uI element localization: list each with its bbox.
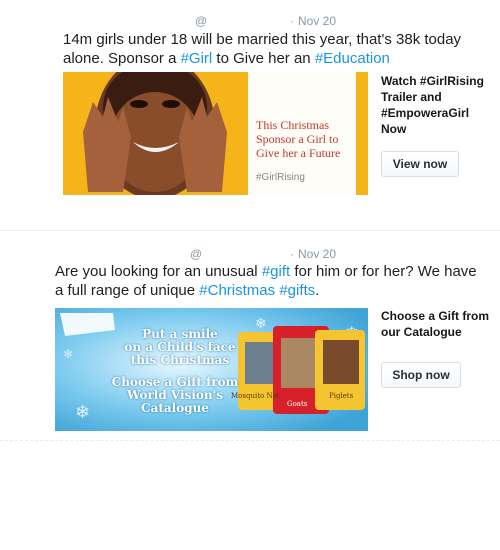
card-image[interactable]: ❄ ❄ ❄ ❄ Put a smile on a Child's face th…: [55, 308, 368, 431]
card-title-line: Trailer and: [381, 90, 442, 104]
card-title-line: Now: [381, 122, 407, 136]
timeline-divider: [0, 440, 500, 441]
tweet-date[interactable]: Nov 20: [298, 14, 336, 28]
tweet-separator: [0, 230, 500, 231]
headline-line: Sponsor a Girl to: [256, 132, 339, 146]
meta-separator: ·: [290, 14, 294, 28]
tweet-meta: @ · Nov 20: [195, 14, 395, 30]
tweet-date[interactable]: Nov 20: [298, 247, 336, 261]
headline-line: This Christmas: [256, 118, 330, 132]
svg-text:❄: ❄: [255, 315, 267, 331]
headline-line: Give her a Future: [256, 146, 341, 160]
hashtag-link[interactable]: #Education: [315, 50, 390, 67]
card-image-hashtag: #GirlRising: [256, 172, 305, 183]
hashtag-link[interactable]: #gifts: [279, 282, 315, 299]
hashtag-link[interactable]: #Christmas: [199, 282, 275, 299]
tweet-meta: @ · Nov 20: [190, 247, 390, 263]
tag-label-piglets: Piglets: [329, 392, 354, 400]
tweet-2[interactable]: @ · Nov 20 Are you looking for an unusua…: [0, 240, 500, 440]
shop-now-button[interactable]: Shop now: [381, 362, 461, 388]
card-title[interactable]: Choose a Gift from our Catalogue: [381, 308, 496, 340]
tweet-text-segment: Are you looking for an unusual: [55, 263, 262, 280]
tweet-1[interactable]: @ · Nov 20 14m girls under 18 will be ma…: [0, 0, 500, 215]
card-accent-bar: [356, 72, 368, 195]
tag-label-mosquito: Mosquito Net: [231, 392, 280, 400]
banner-headline-bottom: Choose a Gift from World Vision's Catalo…: [105, 376, 245, 415]
tweet-text-segment: to Give her an: [212, 50, 315, 67]
tweet-handle[interactable]: @: [195, 14, 207, 28]
card-title-line: our Catalogue: [381, 325, 462, 339]
card-title-line: Watch #GirlRising: [381, 74, 484, 88]
tweet-text-segment: .: [315, 282, 320, 299]
meta-separator: ·: [290, 247, 294, 261]
tag-label-goats: Goats: [287, 400, 308, 408]
tweet-text: 14m girls under 18 will be married this …: [63, 30, 473, 68]
card-title[interactable]: Watch #GirlRising Trailer and #EmpoweraG…: [381, 73, 491, 137]
card-image-headline: This Christmas Sponsor a Girl to Give he…: [256, 118, 366, 160]
tweet-text: Are you looking for an unusual #gift for…: [55, 262, 485, 300]
card-title-line: #EmpoweraGirl: [381, 106, 470, 120]
card-title-line: Choose a Gift from: [381, 309, 490, 323]
view-now-button[interactable]: View now: [381, 151, 459, 177]
banner-line: this Christmas: [130, 353, 230, 367]
hashtag-link[interactable]: #gift: [262, 263, 290, 280]
svg-text:❄: ❄: [75, 402, 90, 422]
banner-headline-top: Put a smile on a Child's face this Chris…: [115, 328, 245, 367]
card-image[interactable]: This Christmas Sponsor a Girl to Give he…: [63, 72, 368, 195]
banner-line: Catalogue: [141, 401, 209, 415]
hashtag-link[interactable]: #Girl: [181, 50, 213, 67]
tweet-handle[interactable]: @: [190, 247, 202, 261]
svg-text:❄: ❄: [63, 347, 73, 361]
